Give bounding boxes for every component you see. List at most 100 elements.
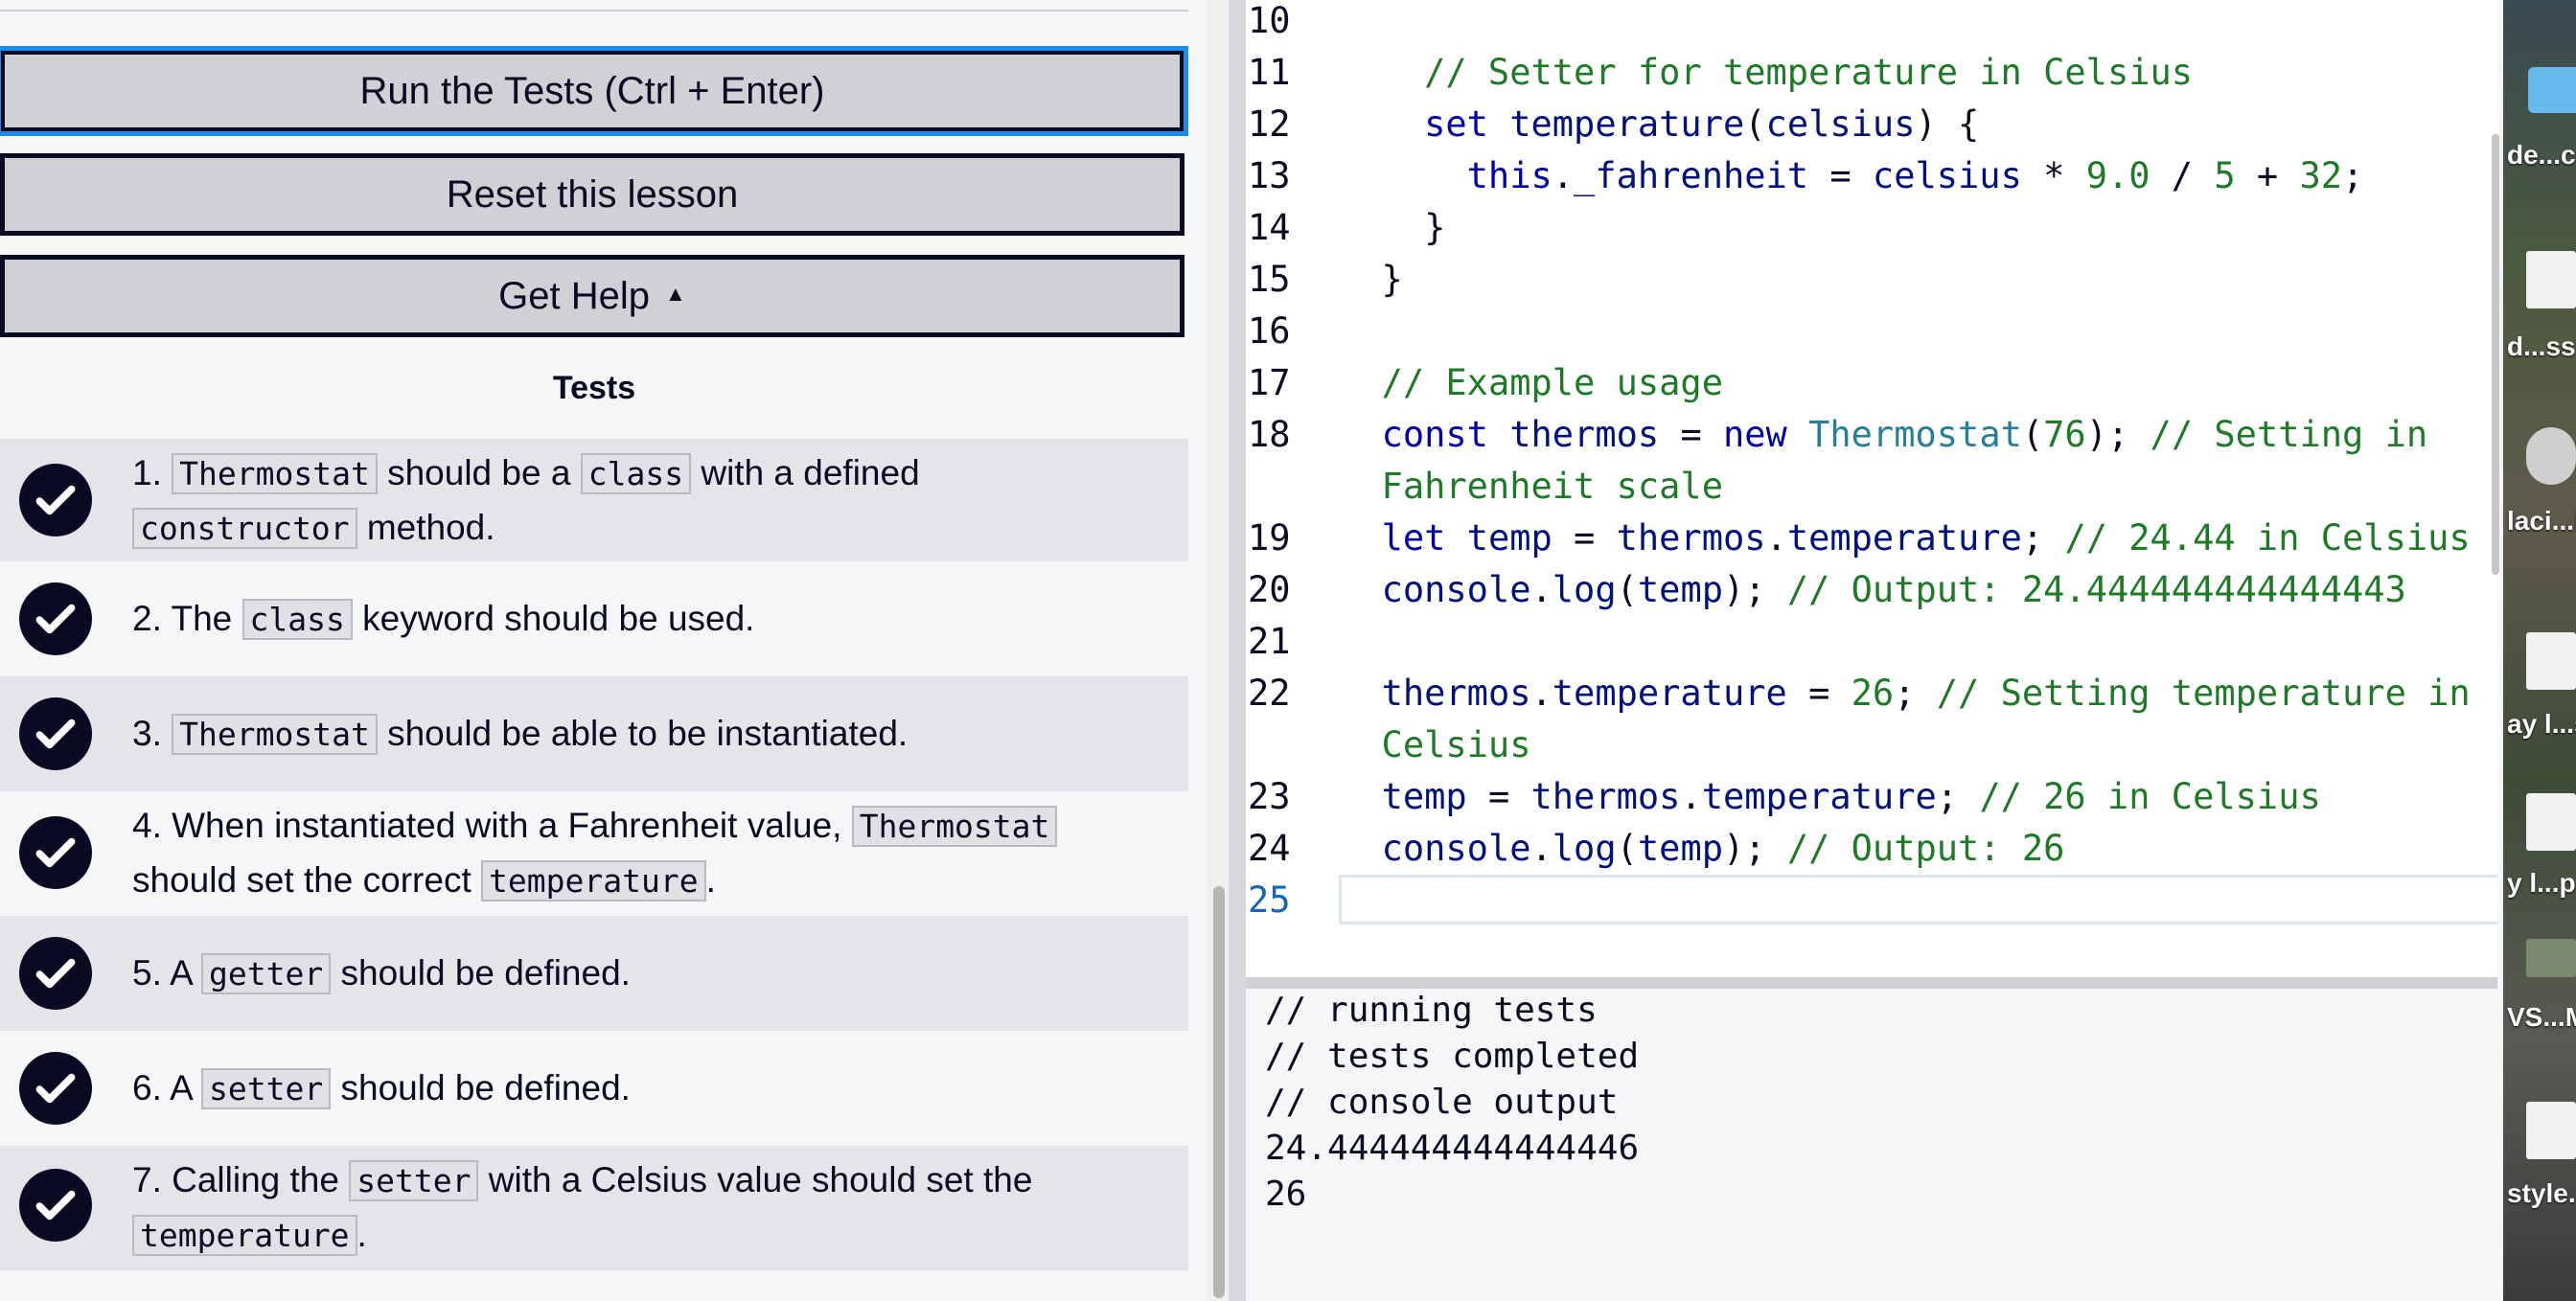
line-number: 14: [1248, 207, 1291, 248]
line-number: 20: [1248, 569, 1291, 610]
desktop-item-label[interactable]: d...ss: [2507, 331, 2576, 362]
line-number: 13: [1248, 155, 1291, 196]
active-line-highlight: [1339, 875, 2497, 924]
inline-code: class: [242, 599, 353, 640]
reset-lesson-button[interactable]: Reset this lesson: [0, 153, 1184, 236]
inline-code: Thermostat: [172, 453, 378, 494]
console-line: // console output: [1265, 1083, 1619, 1122]
test-text-part: 6. A: [132, 1068, 202, 1107]
line-number: 25: [1248, 879, 1291, 921]
code-text: set temperature(celsius) {: [1424, 103, 1980, 145]
disk-icon[interactable]: [2526, 427, 2576, 485]
test-item: 7. Calling the setter with a Celsius val…: [0, 1146, 1188, 1270]
inline-code: setter: [201, 1068, 332, 1109]
test-text-part: method.: [356, 508, 495, 547]
desktop-item-label[interactable]: de...c: [2507, 140, 2576, 171]
code-text: }: [1339, 207, 1446, 248]
inline-code: class: [580, 453, 692, 494]
test-text-part: with a Celsius value should set the: [478, 1160, 1033, 1199]
top-divider: [0, 10, 1188, 11]
test-text-part: 2. The: [132, 599, 242, 638]
checkmark-icon: [19, 464, 92, 536]
inline-code: temperature: [481, 860, 706, 902]
test-text-part: 5. A: [132, 953, 202, 993]
line-number: 17: [1248, 362, 1291, 403]
line-number: 16: [1248, 310, 1291, 352]
checkmark-icon: [19, 582, 92, 655]
test-item: 6. A setter should be defined.: [0, 1031, 1188, 1146]
test-text-part: should be defined.: [331, 1068, 631, 1107]
pane-resize-handle[interactable]: [1229, 0, 1246, 1301]
test-item: 4. When instantiated with a Fahrenheit v…: [0, 791, 1188, 916]
test-text-part: with a defined: [691, 453, 920, 492]
desktop-item-label[interactable]: ay l...s: [2507, 709, 2576, 740]
reset-lesson-label: Reset this lesson: [446, 172, 739, 216]
line-number: 23: [1248, 776, 1291, 817]
folder-icon[interactable]: [2528, 67, 2576, 113]
desktop-item-label[interactable]: y l...p: [2507, 868, 2576, 899]
desktop-background: de...c d...ss laci...l ay l...s y l...p …: [2503, 0, 2576, 1301]
left-panel-scroll-thumb[interactable]: [1213, 886, 1225, 1298]
console-line: // running tests: [1265, 991, 1598, 1030]
file-icon[interactable]: [2526, 1102, 2576, 1159]
code-text: let temp = thermos.temperature; // 24.44…: [1381, 517, 2471, 559]
caret-up-icon: ▲: [665, 282, 686, 306]
checkmark-icon: [19, 937, 92, 1010]
run-tests-label: Run the Tests (Ctrl + Enter): [359, 69, 825, 112]
line-number: 21: [1248, 621, 1291, 662]
test-text-part: .: [705, 860, 716, 900]
image-icon[interactable]: [2526, 939, 2576, 977]
line-number: 15: [1248, 259, 1291, 300]
code-text: const thermos = new Thermostat(76); // S…: [1381, 414, 2428, 455]
test-text-part: .: [356, 1215, 367, 1254]
code-editor[interactable]: 10 11 // Setter for temperature in Celsiu…: [1246, 0, 2497, 977]
console-line: 24.444444444444446: [1265, 1129, 1640, 1168]
code-text: // Setter for temperature in Celsius: [1424, 52, 2194, 93]
desktop-item-label[interactable]: style...: [2507, 1178, 2576, 1209]
file-icon[interactable]: [2526, 251, 2576, 308]
test-item: 5. A getter should be defined.: [0, 916, 1188, 1031]
checkmark-icon: [19, 1169, 92, 1242]
inline-code: setter: [349, 1160, 479, 1201]
code-text: temp = thermos.temperature; // 26 in Cel…: [1381, 776, 2321, 817]
run-tests-button[interactable]: Run the Tests (Ctrl + Enter): [0, 46, 1188, 136]
editor-scroll-thumb[interactable]: [2492, 134, 2499, 575]
code-text: }: [1339, 259, 1403, 300]
file-icon[interactable]: [2526, 632, 2576, 690]
editor-console-splitter[interactable]: [1246, 977, 2497, 989]
test-item: 1. Thermostat should be a class with a d…: [0, 439, 1188, 561]
console-line: // tests completed: [1265, 1037, 1640, 1076]
get-help-button[interactable]: Get Help ▲: [0, 255, 1184, 337]
console-line: 26: [1265, 1175, 1307, 1214]
line-number: 18: [1248, 414, 1291, 455]
test-text-part: 4. When instantiated with a Fahrenheit v…: [132, 806, 852, 845]
test-text-part: 7. Calling the: [132, 1160, 350, 1199]
line-number: 12: [1248, 103, 1291, 145]
line-number: 19: [1248, 517, 1291, 559]
line-number: 22: [1248, 673, 1291, 714]
code-text: // Example usage: [1381, 362, 1723, 403]
file-icon[interactable]: [2526, 793, 2576, 851]
line-number: 11: [1248, 52, 1291, 93]
test-text: 6. A setter should be defined.: [132, 1061, 1150, 1116]
test-text-part: should be able to be instantiated.: [377, 714, 908, 753]
test-text-part: should be defined.: [331, 953, 631, 993]
desktop-item-label[interactable]: laci...l: [2507, 506, 2576, 536]
test-text: 4. When instantiated with a Fahrenheit v…: [132, 799, 1150, 908]
code-text: thermos.temperature = 26; // Setting tem…: [1381, 673, 2471, 714]
console-output: // running tests // tests completed // c…: [1246, 989, 2497, 1301]
checkmark-icon: [19, 697, 92, 770]
inline-code: Thermostat: [172, 714, 378, 755]
inline-code: temperature: [132, 1215, 357, 1256]
test-text: 1. Thermostat should be a class with a d…: [132, 446, 1150, 556]
test-text-part: should set the correct: [132, 860, 482, 900]
code-text: console.log(temp); // Output: 26: [1381, 828, 2065, 869]
inline-code: Thermostat: [851, 806, 1058, 847]
code-text: Fahrenheit scale: [1339, 466, 1723, 507]
desktop-item-label[interactable]: VS...M: [2507, 1002, 2576, 1033]
code-text: this._fahrenheit = celsius * 9.0 / 5 + 3…: [1466, 155, 2364, 196]
test-text-part: keyword should be used.: [352, 599, 755, 638]
code-text: Celsius: [1339, 724, 1531, 765]
inline-code: getter: [201, 953, 332, 994]
tests-heading: Tests: [552, 370, 636, 406]
